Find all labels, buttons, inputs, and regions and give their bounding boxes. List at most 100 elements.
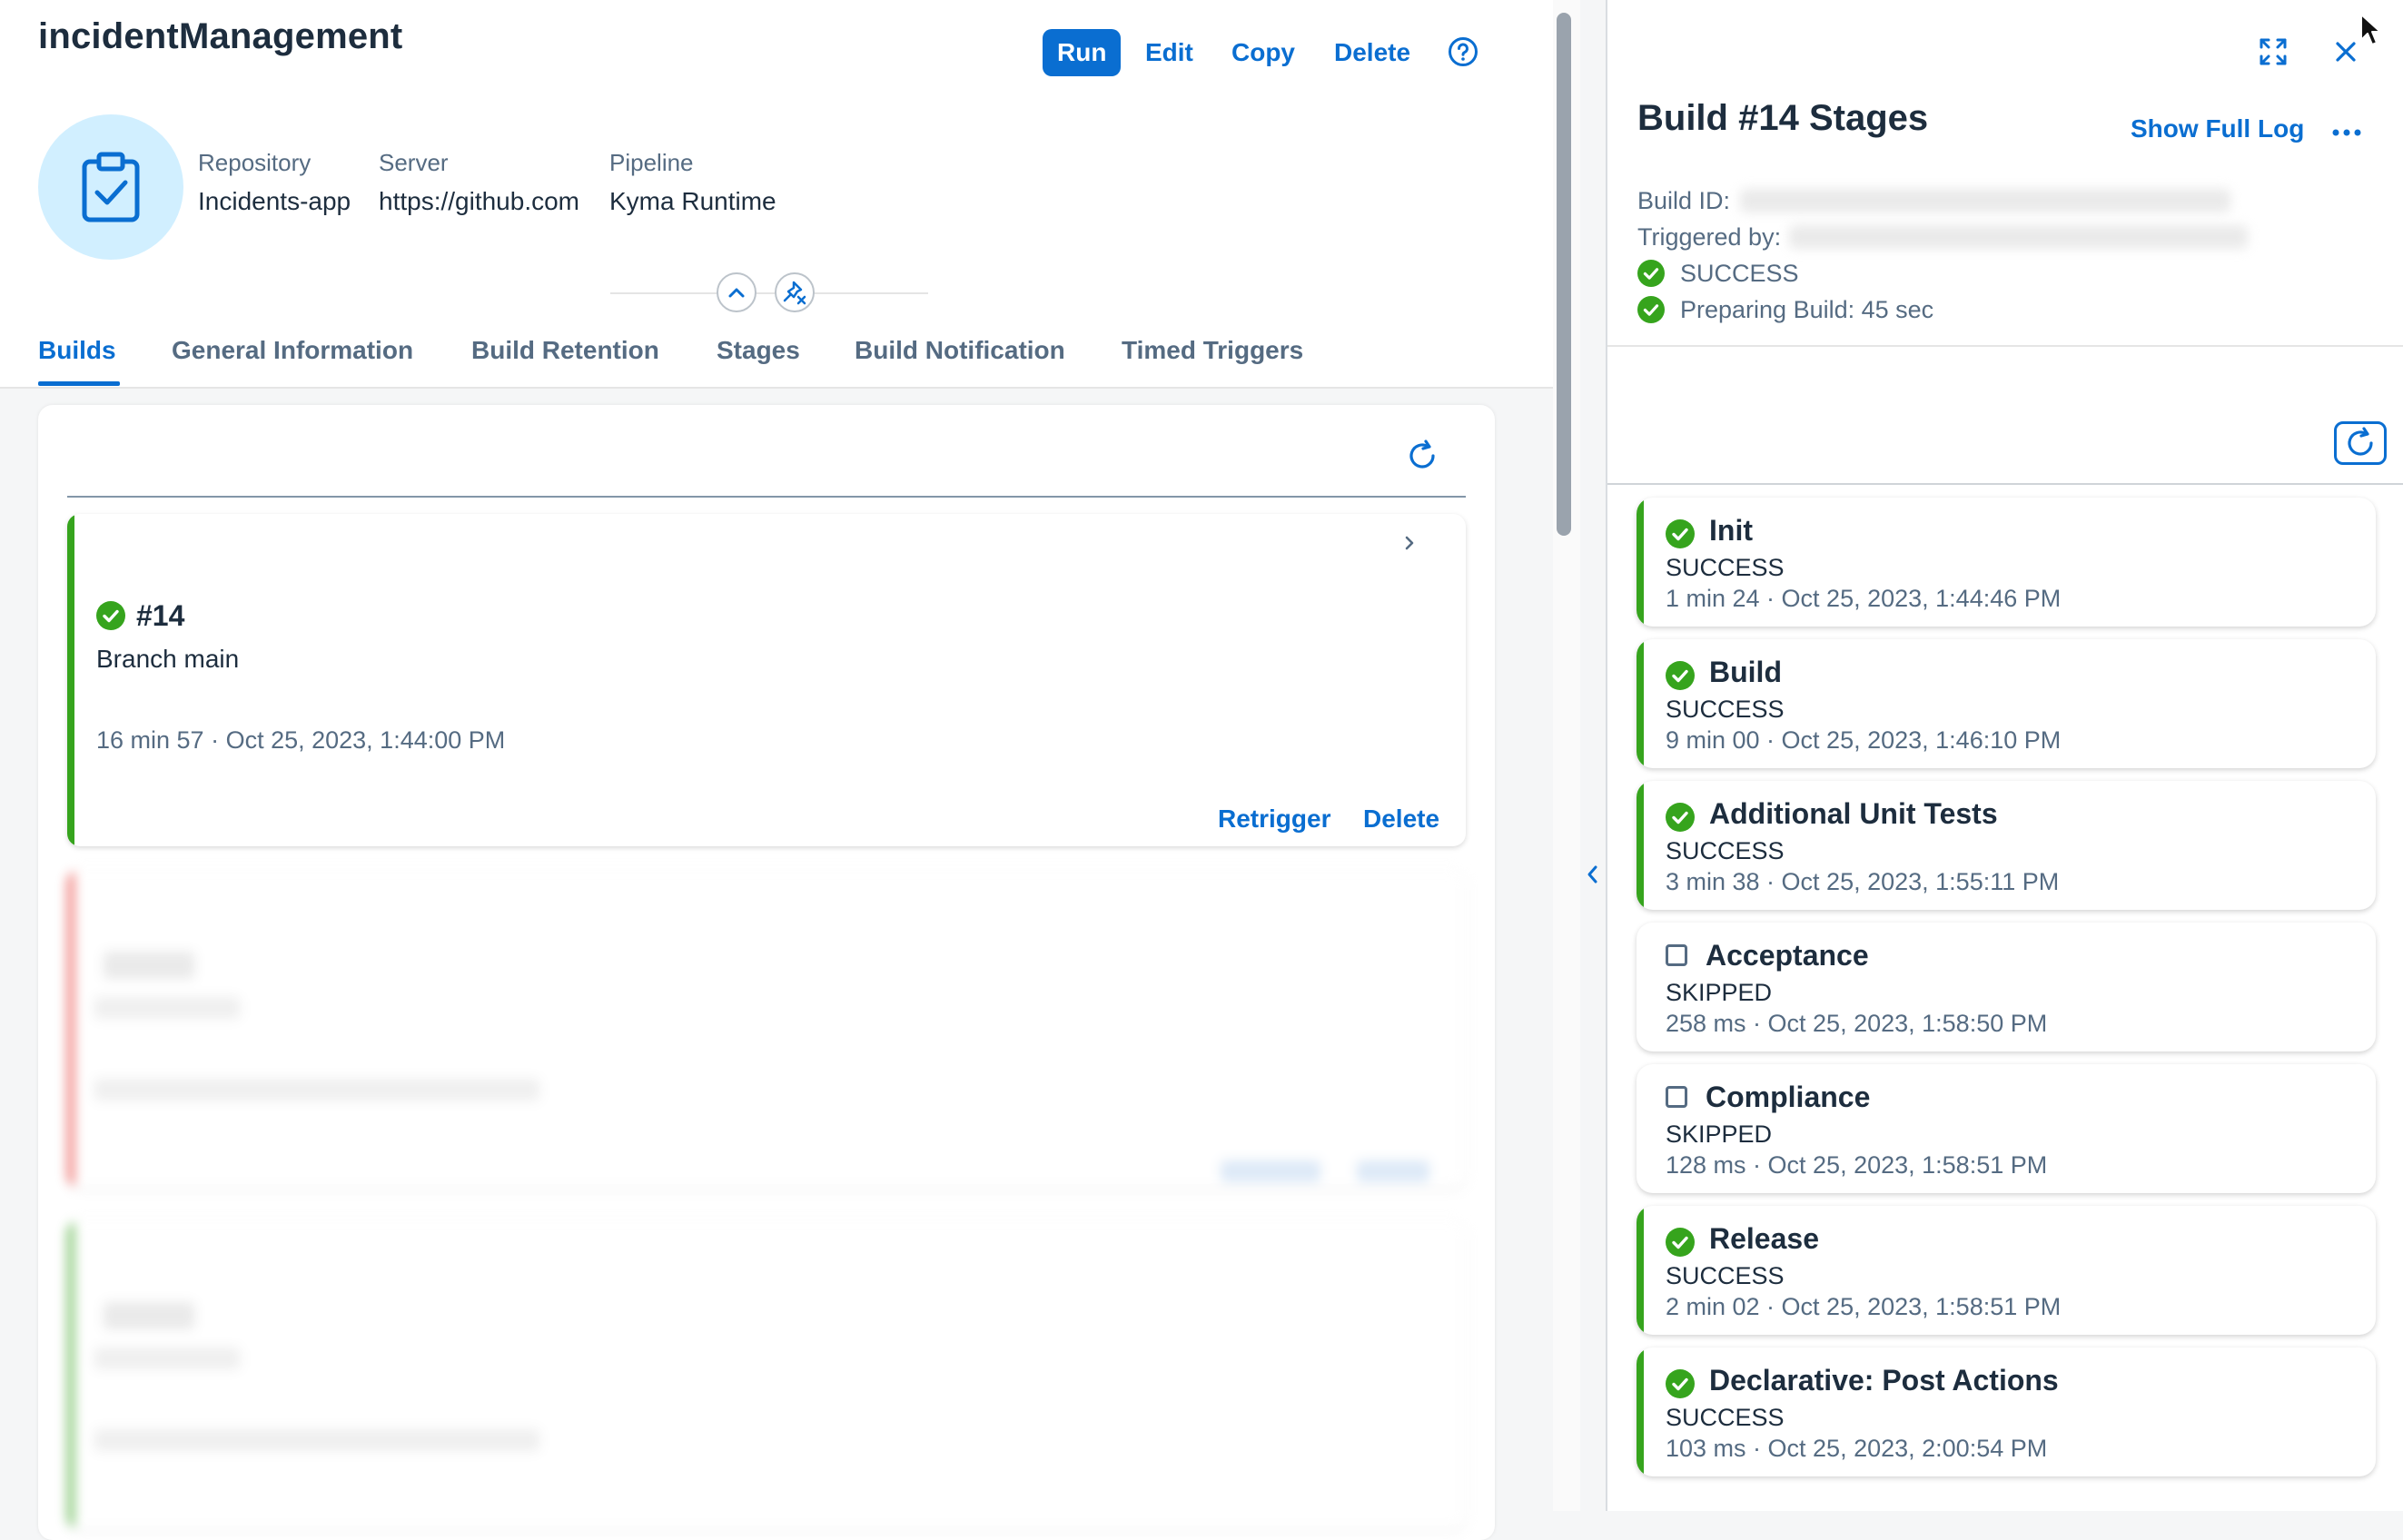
stage-time: 1 min 24 · Oct 25, 2023, 1:44:46 PM [1666,585,2062,612]
stage-status: SKIPPED [1666,979,1773,1006]
pane-splitter[interactable] [1580,0,1607,1511]
stage-name: Compliance [1706,1081,1871,1113]
retrigger-button[interactable]: Retrigger [1218,805,1330,834]
unpin-icon [783,281,806,305]
stage-status: SKIPPED [1666,1120,1773,1148]
triggered-by-label: Triggered by: [1637,223,1782,251]
refresh-stages-button[interactable] [2334,421,2387,465]
collapse-header-button[interactable] [717,272,756,312]
repository-value: Incidents-app [198,187,351,215]
stage-time: 2 min 02 · Oct 25, 2023, 1:58:51 PM [1666,1293,2062,1320]
status-bar [67,514,74,846]
blurred-delete [1357,1160,1429,1182]
build-status-text: SUCCESS [1680,260,1799,287]
stage-status: SUCCESS [1666,696,1785,723]
stage-time: 3 min 38 · Oct 25, 2023, 1:55:11 PM [1666,868,2060,895]
blurred-build-branch [94,997,240,1019]
stage-name: Additional Unit Tests [1709,797,1998,830]
checkbox-icon [1666,1086,1687,1108]
stage-card[interactable]: Additional Unit Tests SUCCESS 3 min 38 ·… [1637,781,2376,910]
build-list-item[interactable] [67,1220,1466,1529]
stage-status-bar [1637,498,1644,627]
build-number: #14 [136,599,185,632]
stage-card[interactable]: Acceptance SKIPPED 258 ms · Oct 25, 2023… [1637,923,2376,1051]
panel-title: Build #14 Stages [1637,98,1929,138]
stage-card[interactable]: Build SUCCESS 9 min 00 · Oct 25, 2023, 1… [1637,639,2376,768]
repository-label: Repository [198,149,312,176]
server-value: https://github.com [379,187,580,215]
pipeline-value: Kyma Runtime [609,187,776,215]
tab-general-information[interactable]: General Information [172,336,413,365]
tab-stages[interactable]: Stages [717,336,800,365]
stage-status: SUCCESS [1666,1262,1785,1289]
server-label: Server [379,149,449,176]
delete-build-button[interactable]: Delete [1363,805,1439,834]
pin-header-button[interactable] [775,272,815,312]
stage-name: Init [1709,514,1753,547]
scrollbar-thumb[interactable] [1557,13,1571,536]
tab-build-notification[interactable]: Build Notification [855,336,1065,365]
panel-divider [1607,345,2403,347]
tab-timed-triggers[interactable]: Timed Triggers [1122,336,1303,365]
stage-status-bar [1637,1206,1644,1335]
stage-time: 103 ms · Oct 25, 2023, 2:00:54 PM [1666,1435,2048,1462]
chevron-right-icon[interactable] [1402,534,1417,552]
stage-card[interactable]: Init SUCCESS 1 min 24 · Oct 25, 2023, 1:… [1637,498,2376,627]
build-branch: Branch main [96,645,240,673]
mouse-cursor-icon [2360,14,2381,45]
stage-status: SUCCESS [1666,837,1785,864]
builds-toolbar-divider [67,496,1466,498]
stage-status-bar [1637,781,1644,910]
status-bar [67,1220,74,1529]
stage-card[interactable]: Release SUCCESS 2 min 02 · Oct 25, 2023,… [1637,1206,2376,1335]
success-check-icon [1666,1228,1695,1257]
tab-build-retention[interactable]: Build Retention [471,336,659,365]
close-icon[interactable] [2330,36,2361,67]
build-id-label: Build ID: [1637,187,1731,214]
avatar [38,114,183,260]
stage-card[interactable]: Declarative: Post Actions SUCCESS 103 ms… [1637,1348,2376,1476]
edit-button[interactable]: Edit [1131,29,1208,76]
blurred-build-branch [94,1348,240,1369]
refresh-icon[interactable] [1406,439,1439,472]
build-id-value-redacted [1740,189,2230,212]
chevron-up-icon [728,288,745,298]
refresh-icon [2348,427,2373,456]
blurred-retrigger [1221,1160,1320,1182]
success-check-icon [1666,661,1695,690]
success-check-icon [1666,1369,1695,1398]
pipeline-label: Pipeline [609,149,694,176]
preparing-build-text: Preparing Build: 45 sec [1680,296,1934,323]
fullscreen-icon[interactable] [2258,36,2289,67]
clipboard-check-icon [82,152,140,222]
chevron-left-icon[interactable] [1583,859,1603,890]
success-check-icon [1637,296,1665,323]
stage-name: Release [1709,1222,1819,1255]
header-collapse-divider [610,292,928,294]
stage-name: Build [1709,656,1782,688]
active-tab-indicator [38,381,120,386]
success-check-icon [1666,519,1695,548]
blurred-build-time [94,1079,539,1101]
stage-time: 258 ms · Oct 25, 2023, 1:58:50 PM [1666,1010,2048,1037]
success-check-icon [1637,260,1665,287]
build-time: 16 min 57 · Oct 25, 2023, 1:44:00 PM [96,726,506,754]
build-list-item[interactable] [67,870,1466,1188]
delete-pipeline-button[interactable]: Delete [1320,29,1425,76]
copy-button[interactable]: Copy [1217,29,1310,76]
stage-name: Declarative: Post Actions [1709,1364,2059,1397]
stage-time: 128 ms · Oct 25, 2023, 1:58:51 PM [1666,1151,2048,1179]
show-full-log-link[interactable]: Show Full Log [2131,114,2304,143]
help-icon[interactable] [1448,36,1478,67]
more-icon[interactable] [2330,116,2363,149]
stage-status-bar [1637,1348,1644,1476]
tab-builds[interactable]: Builds [38,336,116,365]
stage-card[interactable]: Compliance SKIPPED 128 ms · Oct 25, 2023… [1637,1064,2376,1193]
status-bar [67,870,74,1188]
checkbox-icon [1666,944,1687,966]
success-check-icon [1666,803,1695,832]
run-button[interactable]: Run [1043,29,1122,76]
blurred-build-time [94,1429,539,1451]
build-list-item[interactable] [67,514,1466,846]
stage-status: SUCCESS [1666,554,1785,581]
